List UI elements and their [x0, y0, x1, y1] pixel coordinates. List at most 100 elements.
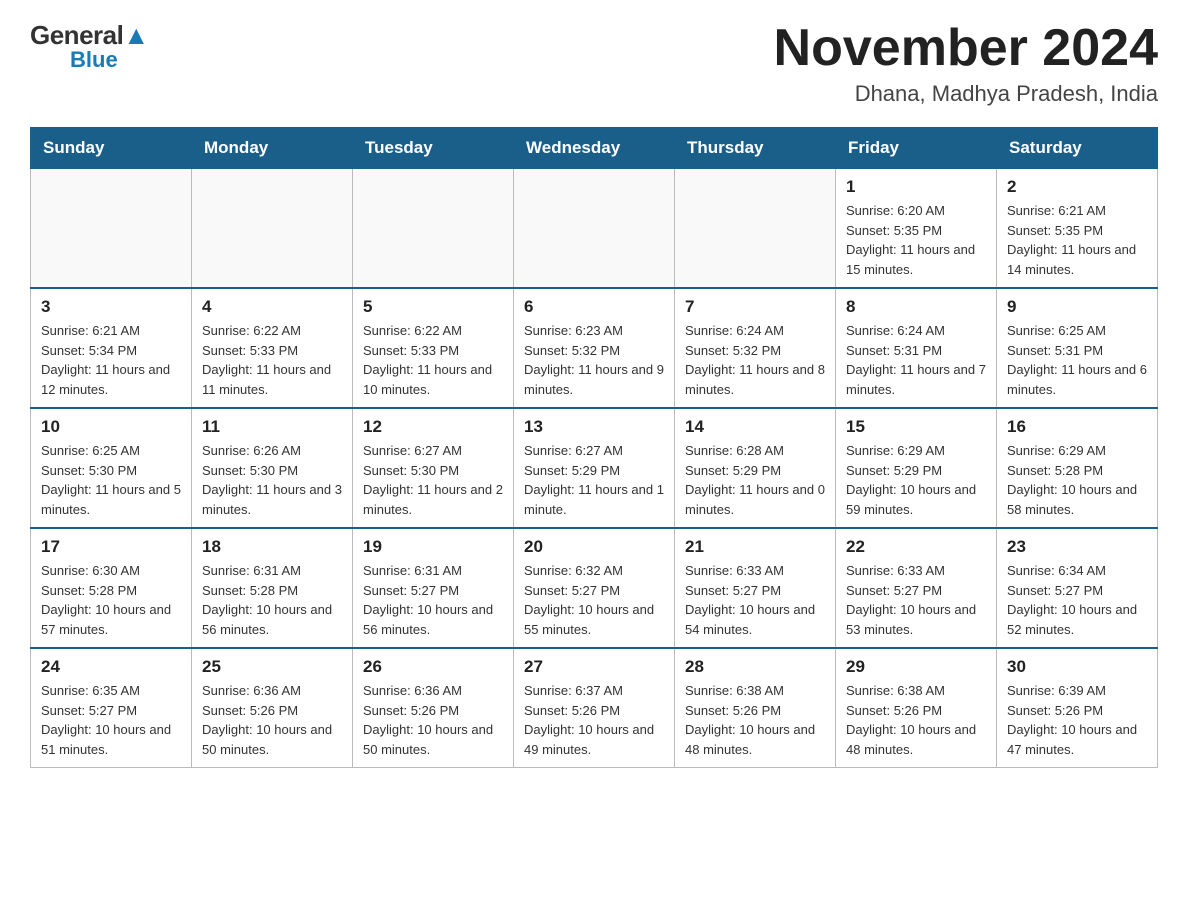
day-info: Sunrise: 6:28 AMSunset: 5:29 PMDaylight:…	[685, 441, 825, 519]
calendar-cell: 1 Sunrise: 6:20 AMSunset: 5:35 PMDaylight…	[836, 169, 997, 289]
day-number: 15	[846, 417, 986, 437]
calendar-week-row: 10 Sunrise: 6:25 AMSunset: 5:30 PMDayligh…	[31, 408, 1158, 528]
day-number: 13	[524, 417, 664, 437]
calendar-cell: 28 Sunrise: 6:38 AMSunset: 5:26 PMDayligh…	[675, 648, 836, 768]
calendar-cell: 16 Sunrise: 6:29 AMSunset: 5:28 PMDayligh…	[997, 408, 1158, 528]
day-info: Sunrise: 6:31 AMSunset: 5:28 PMDaylight:…	[202, 561, 342, 639]
calendar-cell: 5 Sunrise: 6:22 AMSunset: 5:33 PMDaylight…	[353, 288, 514, 408]
day-number: 10	[41, 417, 181, 437]
day-info: Sunrise: 6:33 AMSunset: 5:27 PMDaylight:…	[685, 561, 825, 639]
day-info: Sunrise: 6:32 AMSunset: 5:27 PMDaylight:…	[524, 561, 664, 639]
day-number: 26	[363, 657, 503, 677]
day-number: 7	[685, 297, 825, 317]
day-info: Sunrise: 6:36 AMSunset: 5:26 PMDaylight:…	[363, 681, 503, 759]
day-info: Sunrise: 6:34 AMSunset: 5:27 PMDaylight:…	[1007, 561, 1147, 639]
calendar-cell: 17 Sunrise: 6:30 AMSunset: 5:28 PMDayligh…	[31, 528, 192, 648]
day-info: Sunrise: 6:33 AMSunset: 5:27 PMDaylight:…	[846, 561, 986, 639]
calendar-week-row: 17 Sunrise: 6:30 AMSunset: 5:28 PMDayligh…	[31, 528, 1158, 648]
day-header-wednesday: Wednesday	[514, 128, 675, 169]
calendar-cell: 22 Sunrise: 6:33 AMSunset: 5:27 PMDayligh…	[836, 528, 997, 648]
calendar-title: November 2024	[774, 20, 1158, 77]
day-number: 21	[685, 537, 825, 557]
calendar-subtitle: Dhana, Madhya Pradesh, India	[774, 81, 1158, 107]
day-number: 16	[1007, 417, 1147, 437]
calendar-cell: 24Sunrise: 6:35 AMSunset: 5:27 PMDayligh…	[31, 648, 192, 768]
day-info: Sunrise: 6:31 AMSunset: 5:27 PMDaylight:…	[363, 561, 503, 639]
day-number: 11	[202, 417, 342, 437]
calendar-cell: 6 Sunrise: 6:23 AMSunset: 5:32 PMDaylight…	[514, 288, 675, 408]
day-number: 6	[524, 297, 664, 317]
day-info: Sunrise: 6:22 AMSunset: 5:33 PMDaylight:…	[363, 321, 503, 399]
logo-blue-text: Blue	[70, 47, 118, 73]
calendar-cell: 20 Sunrise: 6:32 AMSunset: 5:27 PMDayligh…	[514, 528, 675, 648]
day-number: 24	[41, 657, 181, 677]
calendar-cell: 29Sunrise: 6:38 AMSunset: 5:26 PMDayligh…	[836, 648, 997, 768]
day-info: Sunrise: 6:21 AMSunset: 5:35 PMDaylight:…	[1007, 201, 1147, 279]
day-info: Sunrise: 6:38 AMSunset: 5:26 PMDaylight:…	[685, 681, 825, 759]
day-info: Sunrise: 6:23 AMSunset: 5:32 PMDaylight:…	[524, 321, 664, 399]
day-number: 8	[846, 297, 986, 317]
day-info: Sunrise: 6:29 AMSunset: 5:29 PMDaylight:…	[846, 441, 986, 519]
day-number: 12	[363, 417, 503, 437]
day-number: 28	[685, 657, 825, 677]
calendar-week-row: 3 Sunrise: 6:21 AMSunset: 5:34 PMDaylight…	[31, 288, 1158, 408]
day-info: Sunrise: 6:37 AMSunset: 5:26 PMDaylight:…	[524, 681, 664, 759]
calendar-cell: 8 Sunrise: 6:24 AMSunset: 5:31 PMDaylight…	[836, 288, 997, 408]
calendar-cell: 7 Sunrise: 6:24 AMSunset: 5:32 PMDaylight…	[675, 288, 836, 408]
day-info: Sunrise: 6:25 AMSunset: 5:31 PMDaylight:…	[1007, 321, 1147, 399]
day-info: Sunrise: 6:29 AMSunset: 5:28 PMDaylight:…	[1007, 441, 1147, 519]
calendar-cell: 23 Sunrise: 6:34 AMSunset: 5:27 PMDayligh…	[997, 528, 1158, 648]
day-header-sunday: Sunday	[31, 128, 192, 169]
day-info: Sunrise: 6:30 AMSunset: 5:28 PMDaylight:…	[41, 561, 181, 639]
day-header-friday: Friday	[836, 128, 997, 169]
calendar-cell	[353, 169, 514, 289]
day-info: Sunrise: 6:24 AMSunset: 5:31 PMDaylight:…	[846, 321, 986, 399]
calendar-cell	[192, 169, 353, 289]
calendar-cell: 15 Sunrise: 6:29 AMSunset: 5:29 PMDayligh…	[836, 408, 997, 528]
day-number: 5	[363, 297, 503, 317]
day-info: Sunrise: 6:21 AMSunset: 5:34 PMDaylight:…	[41, 321, 181, 399]
day-info: Sunrise: 6:24 AMSunset: 5:32 PMDaylight:…	[685, 321, 825, 399]
day-number: 27	[524, 657, 664, 677]
day-header-tuesday: Tuesday	[353, 128, 514, 169]
page-header: General▲ Blue November 2024 Dhana, Madhy…	[30, 20, 1158, 107]
day-number: 17	[41, 537, 181, 557]
day-number: 30	[1007, 657, 1147, 677]
day-number: 2	[1007, 177, 1147, 197]
day-number: 1	[846, 177, 986, 197]
day-number: 14	[685, 417, 825, 437]
calendar-cell: 26 Sunrise: 6:36 AMSunset: 5:26 PMDayligh…	[353, 648, 514, 768]
calendar-week-row: 24Sunrise: 6:35 AMSunset: 5:27 PMDayligh…	[31, 648, 1158, 768]
calendar-cell: 25Sunrise: 6:36 AMSunset: 5:26 PMDayligh…	[192, 648, 353, 768]
calendar-cell: 18 Sunrise: 6:31 AMSunset: 5:28 PMDayligh…	[192, 528, 353, 648]
day-info: Sunrise: 6:36 AMSunset: 5:26 PMDaylight:…	[202, 681, 342, 759]
day-info: Sunrise: 6:22 AMSunset: 5:33 PMDaylight:…	[202, 321, 342, 399]
day-info: Sunrise: 6:20 AMSunset: 5:35 PMDaylight:…	[846, 201, 986, 279]
calendar-cell: 10 Sunrise: 6:25 AMSunset: 5:30 PMDayligh…	[31, 408, 192, 528]
day-number: 9	[1007, 297, 1147, 317]
day-number: 22	[846, 537, 986, 557]
calendar-cell: 14 Sunrise: 6:28 AMSunset: 5:29 PMDayligh…	[675, 408, 836, 528]
day-info: Sunrise: 6:27 AMSunset: 5:29 PMDaylight:…	[524, 441, 664, 519]
calendar-cell: 3 Sunrise: 6:21 AMSunset: 5:34 PMDaylight…	[31, 288, 192, 408]
day-info: Sunrise: 6:27 AMSunset: 5:30 PMDaylight:…	[363, 441, 503, 519]
calendar-header-row: SundayMondayTuesdayWednesdayThursdayFrid…	[31, 128, 1158, 169]
calendar-cell: 4 Sunrise: 6:22 AMSunset: 5:33 PMDaylight…	[192, 288, 353, 408]
day-header-thursday: Thursday	[675, 128, 836, 169]
day-info: Sunrise: 6:25 AMSunset: 5:30 PMDaylight:…	[41, 441, 181, 519]
day-info: Sunrise: 6:26 AMSunset: 5:30 PMDaylight:…	[202, 441, 342, 519]
calendar-cell	[31, 169, 192, 289]
calendar-cell: 21 Sunrise: 6:33 AMSunset: 5:27 PMDayligh…	[675, 528, 836, 648]
day-number: 23	[1007, 537, 1147, 557]
day-header-saturday: Saturday	[997, 128, 1158, 169]
calendar-cell: 9 Sunrise: 6:25 AMSunset: 5:31 PMDaylight…	[997, 288, 1158, 408]
day-number: 3	[41, 297, 181, 317]
day-number: 19	[363, 537, 503, 557]
day-number: 20	[524, 537, 664, 557]
day-info: Sunrise: 6:39 AMSunset: 5:26 PMDaylight:…	[1007, 681, 1147, 759]
day-number: 4	[202, 297, 342, 317]
day-number: 29	[846, 657, 986, 677]
logo-triangle-icon: ▲	[123, 20, 148, 50]
day-number: 18	[202, 537, 342, 557]
logo: General▲ Blue	[30, 20, 149, 73]
